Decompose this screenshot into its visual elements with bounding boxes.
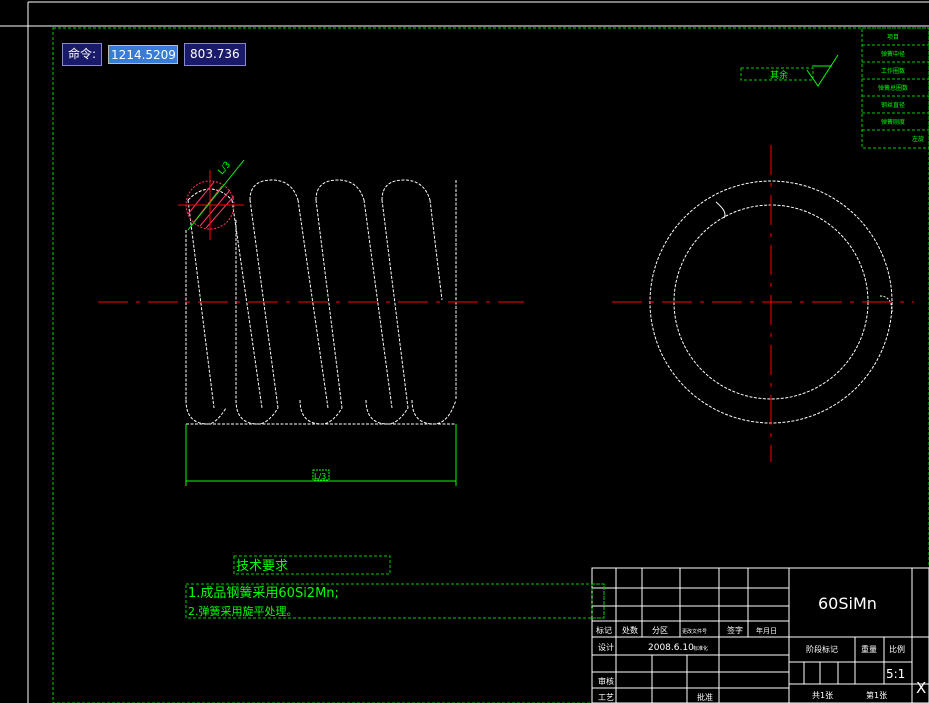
width-label: L/3 xyxy=(314,472,326,481)
tech-req-title: 技术要求 xyxy=(236,559,288,574)
overlap-box xyxy=(591,583,605,619)
table-row-label: 钢丝直径 xyxy=(881,101,905,109)
roughness-label: 其余 xyxy=(770,69,788,81)
tb-count: 处数 xyxy=(622,625,638,635)
wire-dim-label: L/3 xyxy=(217,160,234,177)
tech-req-item-2: 2.弹簧采用旋平处理。 xyxy=(188,604,298,618)
parameter-table: 项目弹簧中径工作圈数弹簧总圈数钢丝直径弹簧刚度左旋 xyxy=(861,27,929,149)
table-row-label: 左旋 xyxy=(912,135,924,143)
tb-stage: 阶段标记 xyxy=(806,644,838,654)
material-label: 60SiMn xyxy=(818,594,877,613)
tb-ratio: 比例 xyxy=(889,644,905,654)
spring-end-view xyxy=(612,145,914,462)
tb-x: X xyxy=(916,679,926,697)
title-block-texts: 60SiMn 5:1 标记 处数 分区 更改文件号 签字 年月日 设计 2008… xyxy=(596,594,926,702)
tb-sign: 签字 xyxy=(727,625,743,635)
tb-check: 审核 xyxy=(598,676,614,686)
tb-date: 年月日 xyxy=(756,626,777,635)
table-row-label: 项目 xyxy=(887,34,899,41)
table-row-label: 弹簧中径 xyxy=(881,50,905,58)
tb-change-doc: 更改文件号 xyxy=(682,628,707,635)
table-row-label: 工作圈数 xyxy=(881,67,905,75)
tb-weight: 重量 xyxy=(861,644,877,654)
inner-border xyxy=(52,27,929,703)
drawing-canvas[interactable]: 项目弹簧中径工作圈数弹簧总圈数钢丝直径弹簧刚度左旋 其余 L/3 L/3 技术要… xyxy=(0,0,929,703)
title-block xyxy=(591,567,929,703)
tb-process: 工艺 xyxy=(598,693,614,702)
tb-design: 设计 xyxy=(598,642,614,652)
table-row-label: 弹簧总圈数 xyxy=(878,84,908,92)
tb-standard: 标准化 xyxy=(693,645,708,652)
technical-requirements: 技术要求 1.成品钢簧采用60Si2Mn; 2.弹簧采用旋平处理。 xyxy=(185,555,605,619)
tb-design-date: 2008.6.10 xyxy=(648,643,694,653)
tech-req-item-1: 1.成品钢簧采用60Si2Mn; xyxy=(188,585,339,601)
tb-zone: 分区 xyxy=(652,626,668,635)
table-row-label: 弹簧刚度 xyxy=(881,118,905,126)
tb-sheets-total: 共1张 xyxy=(812,691,833,700)
tb-sheet-no: 第1张 xyxy=(866,690,887,700)
scale-value: 5:1 xyxy=(886,667,905,681)
wire-section: L/3 xyxy=(178,159,245,240)
tb-approve: 批准 xyxy=(697,692,713,702)
tb-mark: 标记 xyxy=(596,625,612,635)
width-dimension: L/3 xyxy=(185,424,457,486)
roughness-symbol: 其余 xyxy=(740,54,839,87)
